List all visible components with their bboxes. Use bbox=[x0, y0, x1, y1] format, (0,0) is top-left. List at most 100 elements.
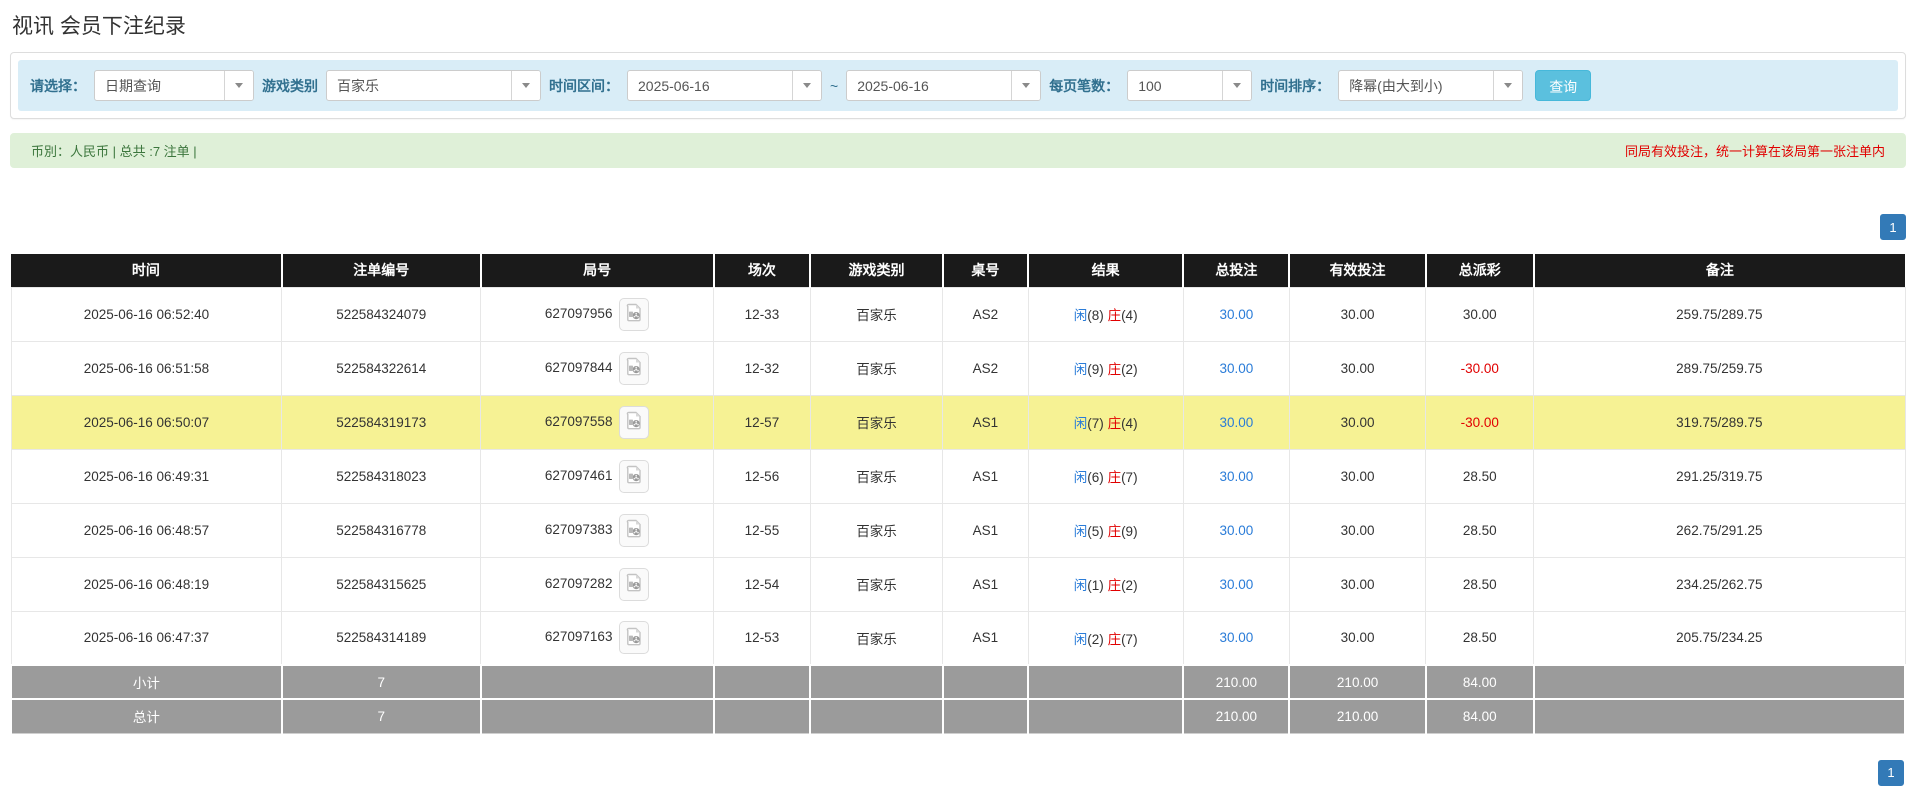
video-replay-button[interactable] bbox=[619, 621, 650, 655]
cell-session: 12-57 bbox=[713, 394, 811, 450]
payout-value: 28.50 bbox=[1462, 630, 1497, 646]
video-replay-button[interactable] bbox=[619, 297, 650, 331]
chevron-down-icon[interactable] bbox=[1493, 71, 1523, 100]
cell-session: 12-33 bbox=[713, 286, 811, 342]
result-player-num: (8) bbox=[1087, 308, 1104, 323]
film-icon bbox=[626, 519, 643, 541]
chevron-down-icon[interactable] bbox=[792, 71, 821, 100]
table-header-row: 时间 注单编号 局号 场次 游戏类别 桌号 结果 总投注 有效投注 总派彩 备注 bbox=[11, 254, 1905, 287]
cell-time: 2025-06-16 06:48:19 bbox=[10, 556, 283, 612]
total-bet-link[interactable]: 30.00 bbox=[1219, 361, 1253, 376]
chevron-down-icon[interactable] bbox=[511, 71, 540, 100]
cell-result: 闲(5) 庄(9) bbox=[1027, 502, 1184, 558]
pagination-page-button[interactable]: 1 bbox=[1878, 759, 1904, 786]
filter-bar: 请选择： 日期查询 游戏类别 百家乐 时间区间： 2025-06-16 ~ 20… bbox=[18, 60, 1898, 111]
chevron-down-icon[interactable] bbox=[1222, 71, 1252, 100]
total-payout: 84.00 bbox=[1424, 698, 1535, 734]
pagination-page-button[interactable]: 1 bbox=[1880, 214, 1906, 240]
header-session: 场次 bbox=[712, 254, 811, 287]
result-banker-label: 庄 bbox=[1107, 578, 1122, 593]
header-payout: 总派彩 bbox=[1424, 254, 1534, 287]
cell-bet-id: 522584319173 bbox=[281, 394, 482, 450]
cell-bet-id: 522584314189 bbox=[281, 610, 482, 666]
result-player-label: 闲 bbox=[1073, 416, 1088, 431]
cell-table-no: AS2 bbox=[942, 286, 1029, 342]
result-banker-num: (7) bbox=[1121, 470, 1138, 485]
cell-game-type: 百家乐 bbox=[809, 610, 944, 666]
pagination-bottom: 1 bbox=[10, 759, 1906, 786]
film-icon bbox=[626, 411, 643, 433]
cell-total-bet: 30.00 bbox=[1182, 448, 1290, 504]
cell-note: 291.25/319.75 bbox=[1533, 448, 1906, 504]
film-icon bbox=[626, 573, 643, 595]
subtotal-empty bbox=[479, 664, 715, 700]
cell-valid-bet: 30.00 bbox=[1288, 448, 1427, 504]
cell-total-bet: 30.00 bbox=[1182, 610, 1290, 666]
payout-value: 28.50 bbox=[1462, 522, 1497, 538]
chevron-down-icon[interactable] bbox=[224, 71, 253, 100]
sort-order-label: 时间排序： bbox=[1260, 77, 1331, 94]
result-banker-num: (4) bbox=[1121, 416, 1138, 431]
total-bet-link[interactable]: 30.00 bbox=[1219, 577, 1253, 592]
total-bet-link[interactable]: 30.00 bbox=[1219, 307, 1253, 322]
result-banker-label: 庄 bbox=[1107, 631, 1122, 647]
chevron-down-icon[interactable] bbox=[1011, 71, 1041, 100]
subtotal-row: 小计 7 210.00 210.00 84.00 bbox=[10, 664, 1907, 700]
cell-payout: 28.50 bbox=[1425, 556, 1535, 612]
table-row: 2025-06-16 06:49:31 522584318023 6270974… bbox=[10, 448, 1906, 504]
cell-game-type: 百家乐 bbox=[809, 286, 944, 342]
subtotal-payout: 84.00 bbox=[1424, 664, 1535, 700]
table-row: 2025-06-16 06:52:40 522584324079 6270979… bbox=[10, 286, 1906, 342]
table-row: 2025-06-16 06:51:58 522584322614 6270978… bbox=[10, 340, 1906, 396]
video-replay-button[interactable] bbox=[619, 513, 650, 547]
cell-game-type: 百家乐 bbox=[809, 556, 944, 612]
cell-valid-bet: 30.00 bbox=[1288, 556, 1427, 612]
query-mode-label: 请选择： bbox=[30, 77, 86, 94]
cell-note: 319.75/289.75 bbox=[1533, 394, 1906, 450]
cell-session: 12-32 bbox=[713, 340, 811, 396]
search-button[interactable]: 查询 bbox=[1535, 70, 1592, 101]
cell-note: 262.75/291.25 bbox=[1533, 502, 1906, 558]
cell-valid-bet: 30.00 bbox=[1288, 286, 1427, 342]
date-from-select[interactable]: 2025-06-16 bbox=[627, 70, 822, 101]
cell-time: 2025-06-16 06:51:58 bbox=[10, 340, 283, 396]
video-replay-button[interactable] bbox=[619, 459, 650, 493]
cell-time: 2025-06-16 06:50:07 bbox=[10, 394, 283, 450]
game-type-value: 百家乐 bbox=[337, 77, 379, 94]
date-to-select[interactable]: 2025-06-16 bbox=[846, 70, 1042, 101]
date-range-separator: ~ bbox=[830, 77, 839, 94]
payout-value: 30.00 bbox=[1462, 306, 1497, 322]
total-bet-link[interactable]: 30.00 bbox=[1219, 630, 1253, 645]
video-replay-button[interactable] bbox=[619, 567, 650, 601]
video-replay-button[interactable] bbox=[619, 351, 650, 385]
page-size-select[interactable]: 100 bbox=[1127, 70, 1253, 101]
header-bet-id: 注单编号 bbox=[280, 254, 481, 287]
sort-order-select[interactable]: 降幂(由大到小) bbox=[1338, 70, 1524, 101]
film-icon bbox=[626, 357, 643, 379]
film-icon bbox=[626, 465, 643, 487]
game-type-select[interactable]: 百家乐 bbox=[326, 70, 541, 101]
page-title: 视讯 会员下注纪录 bbox=[12, 15, 186, 38]
total-bet-link[interactable]: 30.00 bbox=[1219, 523, 1253, 538]
cell-total-bet: 30.00 bbox=[1182, 556, 1290, 612]
cell-game-type: 百家乐 bbox=[809, 502, 944, 558]
cell-session: 12-55 bbox=[713, 502, 811, 558]
cell-valid-bet: 30.00 bbox=[1288, 610, 1427, 666]
cell-note: 234.25/262.75 bbox=[1533, 556, 1906, 612]
round-id-text: 627097558 bbox=[544, 413, 613, 429]
cell-round-id: 627097844 bbox=[480, 340, 715, 396]
cell-total-bet: 30.00 bbox=[1182, 340, 1290, 396]
page-size-label: 每页笔数： bbox=[1049, 77, 1120, 94]
cell-game-type: 百家乐 bbox=[809, 340, 944, 396]
total-bet-link[interactable]: 30.00 bbox=[1219, 469, 1253, 484]
summary-currency-count: 币別：人民币 | 总共 :7 注单 | bbox=[31, 144, 197, 159]
total-bet-link[interactable]: 30.00 bbox=[1219, 415, 1253, 430]
result-banker-label: 庄 bbox=[1107, 308, 1122, 323]
total-valid-bet: 210.00 bbox=[1288, 698, 1427, 734]
query-mode-select[interactable]: 日期查询 bbox=[94, 70, 254, 101]
round-id-text: 627097844 bbox=[544, 359, 613, 375]
round-id-text: 627097163 bbox=[544, 629, 613, 645]
cell-session: 12-53 bbox=[713, 610, 811, 666]
video-replay-button[interactable] bbox=[619, 405, 650, 439]
payout-value: 28.50 bbox=[1462, 468, 1497, 484]
